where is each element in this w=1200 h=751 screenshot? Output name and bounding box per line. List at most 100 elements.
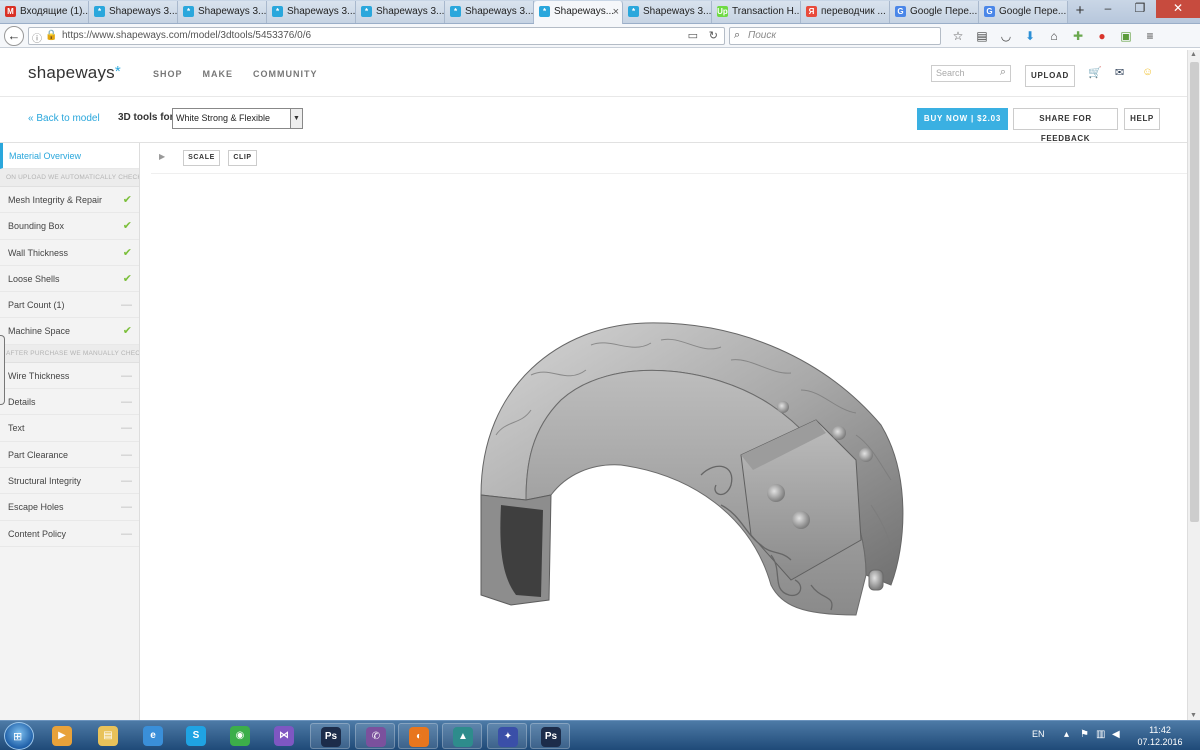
chevron-down-icon[interactable]: ▼ — [290, 109, 302, 128]
shapeways-icon: * — [361, 6, 372, 17]
taskbar-app[interactable]: ✦ — [487, 723, 527, 749]
language-indicator[interactable]: EN — [1032, 729, 1045, 739]
sidebar-item-wall-thickness[interactable]: Wall Thickness ✔ — [0, 240, 139, 266]
shapeways-logo[interactable]: shapeways* — [28, 63, 121, 83]
taskbar-app[interactable]: ✆ — [355, 723, 395, 749]
extension-icon[interactable]: ▣ — [1114, 27, 1138, 45]
browser-tab-label: Google Пере... — [999, 6, 1067, 17]
buy-now-button[interactable]: BUY NOW | $2.03 — [917, 108, 1008, 130]
sidebar-item-structural-integrity[interactable]: Structural Integrity — — [0, 468, 139, 495]
browser-tab[interactable]: M Входящие (1)... — [0, 1, 89, 23]
start-button[interactable]: ⊞ — [4, 722, 34, 750]
toggle-panel-icon[interactable]: ▶ — [159, 152, 165, 161]
scroll-down-icon[interactable]: ▼ — [1190, 712, 1197, 719]
logo-mark: * — [114, 63, 121, 80]
clipboard-icon[interactable]: ▤ — [970, 27, 994, 45]
browser-tab[interactable]: * Shapeways... × — [534, 1, 623, 24]
dash-icon: — — [121, 299, 132, 312]
browser-tab[interactable]: Япереводчик ... — [801, 1, 890, 23]
sidebar-item-wire-thickness[interactable]: Wire Thickness — — [0, 363, 139, 390]
model-viewer[interactable]: ▶ SCALE CLIP — [151, 143, 1187, 720]
pocket-icon[interactable]: ◡ — [994, 27, 1018, 45]
3d-model-render[interactable] — [471, 315, 911, 625]
reload-icon[interactable]: ↻ — [709, 29, 718, 42]
sidebar-item-details[interactable]: Details — — [0, 389, 139, 416]
address-bar[interactable]: ⓘ 🔒 https://www.shapeways.com/model/3dto… — [28, 27, 725, 45]
menu-icon[interactable]: ≡ — [1138, 27, 1162, 45]
browser-tab-strip: M Входящие (1)... * Shapeways 3... * Shapeway… — [0, 0, 1200, 24]
download-icon[interactable]: ⬇ — [1018, 27, 1042, 45]
taskbar-app[interactable]: S — [176, 723, 216, 749]
browser-tab[interactable]: * Shapeways 3... — [178, 1, 267, 23]
auto-check-list: Mesh Integrity & Repair ✔ Bounding Box ✔ Wal… — [0, 187, 139, 345]
minimize-button[interactable]: – — [1092, 0, 1124, 18]
cart-icon[interactable]: 🛒 — [1088, 66, 1102, 79]
upload-button[interactable]: UPLOAD — [1025, 65, 1075, 87]
browser-tab[interactable]: * Shapeways 3... — [89, 1, 178, 23]
browser-tab[interactable]: G Google Пере... — [979, 1, 1068, 23]
back-to-model-link[interactable]: « Back to model — [28, 113, 100, 124]
sidebar-item-part-count-1[interactable]: Part Count (1) — — [0, 292, 139, 319]
network-icon[interactable]: ▥ — [1096, 729, 1105, 740]
sidebar-item-part-clearance[interactable]: Part Clearance — — [0, 442, 139, 468]
sidebar-item-material-overview[interactable]: Material Overview — [0, 143, 139, 169]
browser-tab[interactable]: * Shapeways 3... — [267, 1, 356, 23]
volume-icon[interactable]: ◀ — [1112, 729, 1120, 740]
maximize-button[interactable]: ❐ — [1124, 0, 1156, 18]
addon-icon[interactable]: ✚ — [1066, 27, 1090, 45]
taskbar-app[interactable]: Ps — [530, 723, 570, 749]
home-icon[interactable]: ⌂ — [1042, 27, 1066, 45]
google-translate-icon: G — [984, 6, 995, 17]
browser-tab[interactable]: * Shapeways 3... — [445, 1, 534, 23]
browser-tab[interactable]: Up Transaction H... — [712, 1, 801, 23]
tray-arrow-icon[interactable]: ▴ — [1064, 729, 1069, 740]
taskbar-app[interactable]: ▲ — [442, 723, 482, 749]
browser-tab[interactable]: * Shapeways 3... — [623, 1, 712, 23]
taskbar-app[interactable]: ◐ — [398, 723, 438, 749]
close-tab-icon[interactable]: × — [613, 1, 619, 23]
sidebar-collapse-handle[interactable] — [0, 335, 5, 405]
taskbar-app[interactable]: e — [133, 723, 173, 749]
mail-icon[interactable]: ✉ — [1115, 66, 1124, 79]
sidebar-item-text[interactable]: Text — — [0, 415, 139, 442]
new-tab-button[interactable]: + — [1068, 0, 1092, 23]
nav-link-shop[interactable]: SHOP — [153, 69, 183, 79]
sidebar-item-content-policy[interactable]: Content Policy — — [0, 521, 139, 547]
material-select[interactable]: White Strong & Flexible ▼ — [172, 108, 303, 129]
taskbar-app[interactable]: Ps — [310, 723, 350, 749]
browser-tab[interactable]: G Google Пере... — [890, 1, 979, 23]
sidebar-item-machine-space[interactable]: Machine Space ✔ — [0, 318, 139, 345]
site-search-input[interactable]: Search ⌕ — [931, 65, 1011, 82]
taskbar-app[interactable]: ▤ — [88, 723, 128, 749]
taskbar-app[interactable]: ◉ — [220, 723, 260, 749]
clip-button[interactable]: CLIP — [228, 150, 257, 166]
adblock-icon[interactable]: ● — [1090, 27, 1114, 45]
taskbar-app[interactable]: ⋈ — [264, 723, 304, 749]
browser-search-field[interactable]: ⌕ Поиск — [729, 27, 941, 45]
action-center-icon[interactable]: ⚑ — [1080, 729, 1089, 740]
share-for-feedback-button[interactable]: SHARE FOR FEEDBACK — [1013, 108, 1118, 143]
sidebar-item-bounding-box[interactable]: Bounding Box ✔ — [0, 213, 139, 240]
sidebar-item-loose-shells[interactable]: Loose Shells ✔ — [0, 266, 139, 293]
close-window-button[interactable]: ✕ — [1156, 0, 1200, 18]
scroll-up-icon[interactable]: ▲ — [1190, 51, 1197, 58]
nav-link-make[interactable]: MAKE — [203, 69, 234, 79]
page-scrollbar[interactable]: ▲ ▼ — [1187, 50, 1200, 720]
browser-tab-label: Shapeways... — [554, 6, 615, 17]
bookmark-star-icon[interactable]: ☆ — [946, 27, 970, 45]
sidebar-item-escape-holes[interactable]: Escape Holes — — [0, 494, 139, 521]
google-translate-icon: G — [895, 6, 906, 17]
scrollbar-thumb[interactable] — [1190, 62, 1199, 522]
help-button[interactable]: HELP — [1124, 108, 1160, 130]
info-icon[interactable]: ⓘ — [32, 30, 42, 45]
back-button[interactable]: ← — [4, 26, 24, 46]
avatar-icon[interactable]: ☺ — [1142, 66, 1153, 78]
reader-view-icon[interactable]: ▭ — [688, 29, 698, 42]
search-icon[interactable]: ⌕ — [1000, 66, 1006, 79]
taskbar-app[interactable]: ▶ — [42, 723, 82, 749]
nav-link-community[interactable]: COMMUNITY — [253, 69, 318, 79]
sidebar-item-mesh-integrity-repair[interactable]: Mesh Integrity & Repair ✔ — [0, 187, 139, 214]
scale-button[interactable]: SCALE — [183, 150, 220, 166]
browser-tab[interactable]: * Shapeways 3... — [356, 1, 445, 23]
system-clock[interactable]: 11:42 07.12.2016 — [1130, 724, 1190, 748]
